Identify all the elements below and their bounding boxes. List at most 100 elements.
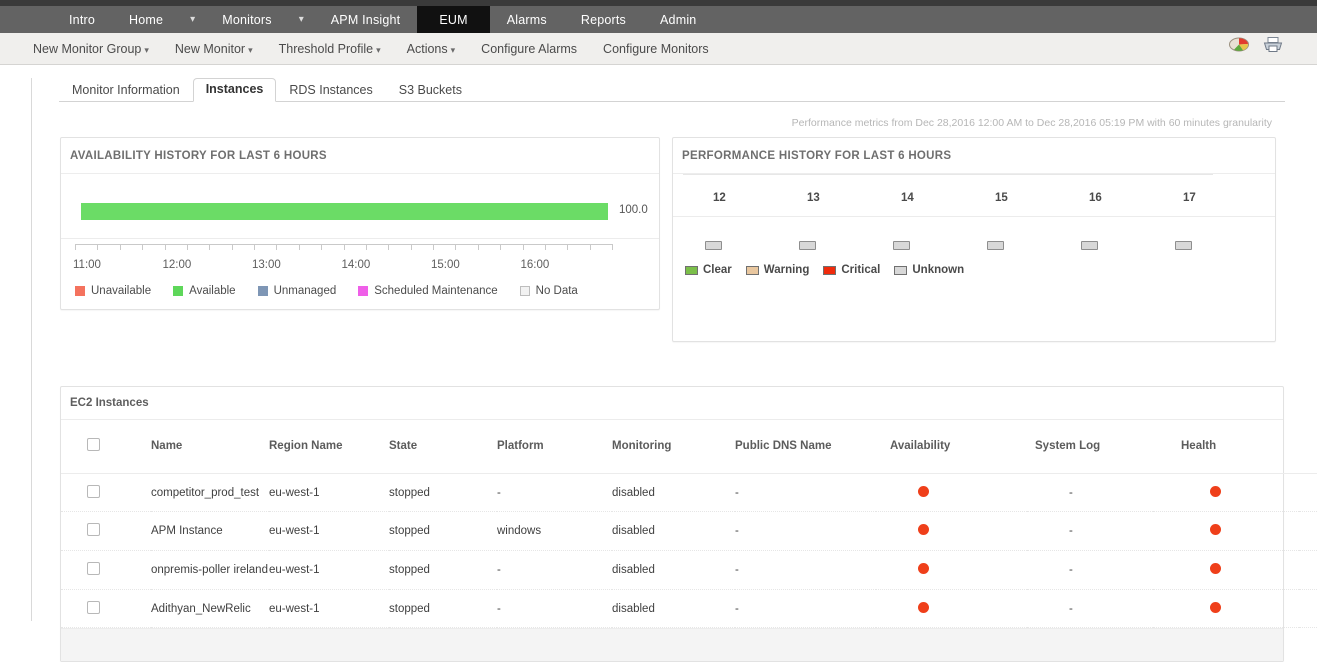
header-state[interactable]: State [389, 420, 497, 474]
row-checkbox[interactable] [87, 561, 100, 575]
toolbar-threshold-profile[interactable]: Threshold Profile ▾ [279, 42, 381, 56]
chevron-down-icon[interactable]: ▾ [180, 6, 205, 33]
ec2-instances-table: Name Region Name State Platform Monitori… [61, 420, 1317, 629]
chevron-down-icon[interactable]: ▾ [289, 6, 314, 33]
axis-tick [231, 244, 233, 250]
legend-swatch-unknown [894, 265, 908, 275]
legend-label-unavailable: Unavailable [91, 285, 152, 297]
availability-status-dot [918, 485, 929, 497]
axis-tick [522, 244, 524, 250]
axis-tick [254, 244, 255, 250]
table-row[interactable]: competitor_prod_test eu-west-1 stopped - dis… [61, 473, 1317, 513]
cell-region-name: eu-west-1 [269, 511, 389, 552]
cell-availability [876, 589, 1027, 629]
axis-tick [75, 244, 76, 250]
legend-item-warning: Warning [745, 264, 809, 276]
axis-tick [544, 244, 546, 250]
performance-hour-label: 15 [995, 192, 1008, 204]
header-public-dns-name[interactable]: Public DNS Name [735, 420, 876, 474]
header-platform[interactable]: Platform [497, 420, 612, 474]
header-health[interactable]: Health [1153, 420, 1299, 474]
legend-item-critical: Critical [823, 264, 880, 276]
toolbar-configure-alarms[interactable]: Configure Alarms [481, 42, 577, 56]
cell-name: onpremis-poller ireland [151, 550, 269, 590]
table-row[interactable]: onpremis-poller ireland eu-west-1 stopped -… [61, 550, 1317, 590]
axis-tick [455, 244, 457, 250]
performance-status-cell[interactable] [799, 241, 816, 250]
pie-chart-icon[interactable] [1229, 37, 1249, 52]
performance-status-cell[interactable] [1081, 241, 1098, 250]
cell-region-name: eu-west-1 [269, 473, 389, 513]
header-region-name[interactable]: Region Name [269, 420, 389, 474]
legend-swatch-unavailable [75, 286, 85, 296]
ec2-instances-title: EC2 Instances [61, 387, 1283, 420]
table-row[interactable]: Adithyan_NewRelic eu-west-1 stopped - disabl… [61, 589, 1317, 629]
row-checkbox[interactable] [87, 484, 100, 498]
availability-status-dot [918, 524, 929, 536]
performance-status-cell[interactable] [705, 241, 722, 250]
availability-status-dot [918, 562, 929, 574]
nav-item-eum[interactable]: EUM [417, 6, 490, 33]
row-checkbox[interactable] [87, 523, 100, 537]
nav-item-admin[interactable]: Admin [643, 6, 713, 33]
legend-label-unmanaged: Unmanaged [273, 285, 337, 297]
header-name[interactable]: Name [151, 420, 269, 474]
legend-item-no-data: No Data [519, 285, 578, 297]
header-system-log[interactable]: System Log [1027, 420, 1153, 474]
cell-health [1153, 589, 1299, 629]
performance-chart: 12 13 14 15 16 17 Clear Warning Critical [673, 174, 1275, 341]
tab-s3-buckets[interactable]: S3 Buckets [386, 79, 475, 102]
nav-item-intro[interactable]: Intro [52, 6, 112, 33]
nav-item-reports[interactable]: Reports [564, 6, 643, 33]
legend-swatch-clear [685, 265, 698, 275]
performance-status-cell[interactable] [1175, 241, 1192, 250]
cell-health [1153, 473, 1299, 513]
nav-item-home[interactable]: Home [112, 6, 180, 33]
nav-item-monitors[interactable]: Monitors [205, 6, 289, 33]
row-checkbox[interactable] [87, 600, 100, 614]
table-row[interactable]: APM Instance eu-west-1 stopped windows disab… [61, 511, 1317, 552]
select-all-checkbox[interactable] [87, 438, 100, 452]
cell-monitoring: disabled [612, 550, 735, 590]
cell-platform: - [497, 589, 612, 629]
axis-tick-label: 14:00 [341, 259, 371, 271]
ec2-instances-panel: EC2 Instances Name Region Name State Pla… [60, 386, 1317, 662]
nav-item-alarms[interactable]: Alarms [490, 6, 564, 33]
performance-status-cell[interactable] [893, 241, 910, 250]
printer-icon[interactable] [1263, 36, 1283, 53]
toolbar-new-monitor-group[interactable]: New Monitor Group ▾ [33, 42, 149, 56]
cell-system-log: - [1027, 589, 1153, 629]
cell-state: stopped [389, 550, 497, 590]
tab-rds-instances[interactable]: RDS Instances [276, 79, 385, 102]
axis-tick-label: 16:00 [520, 259, 550, 271]
row-select-cell [61, 511, 151, 552]
header-configure-alarms[interactable]: Configure Alarms [1299, 420, 1317, 474]
health-status-dot [1210, 562, 1221, 574]
legend-swatch-available [173, 286, 184, 296]
tab-instances[interactable]: Instances [192, 78, 277, 102]
cell-monitoring: disabled [612, 511, 735, 552]
content-tabs: Monitor Information Instances RDS Instan… [32, 78, 1317, 102]
header-monitoring[interactable]: Monitoring [612, 420, 735, 474]
axis-tick-label: 11:00 [73, 259, 101, 271]
availability-history-panel: AVAILABILITY HISTORY FOR LAST 6 HOURS 10… [60, 137, 660, 310]
axis-tick [298, 244, 300, 250]
axis-tick [567, 244, 569, 250]
toolbar-configure-monitors[interactable]: Configure Monitors [603, 42, 709, 56]
toolbar-new-monitor[interactable]: New Monitor ▾ [175, 42, 253, 56]
axis-tick [365, 244, 367, 250]
chevron-down-icon: ▾ [248, 44, 253, 55]
axis-tick [97, 244, 99, 250]
header-availability[interactable]: Availability [876, 420, 1027, 474]
cell-configure-alarms [1299, 511, 1317, 552]
axis-tick [477, 244, 479, 250]
availability-bar-available[interactable] [81, 203, 608, 220]
performance-hour-label: 14 [901, 192, 914, 204]
cell-region-name: eu-west-1 [269, 589, 389, 629]
toolbar-actions[interactable]: Actions ▾ [407, 42, 456, 56]
axis-tick [388, 244, 390, 250]
performance-status-cell[interactable] [987, 241, 1004, 250]
tab-monitor-information[interactable]: Monitor Information [59, 79, 193, 102]
axis-tick [209, 244, 211, 250]
nav-item-apm-insight[interactable]: APM Insight [314, 6, 418, 33]
